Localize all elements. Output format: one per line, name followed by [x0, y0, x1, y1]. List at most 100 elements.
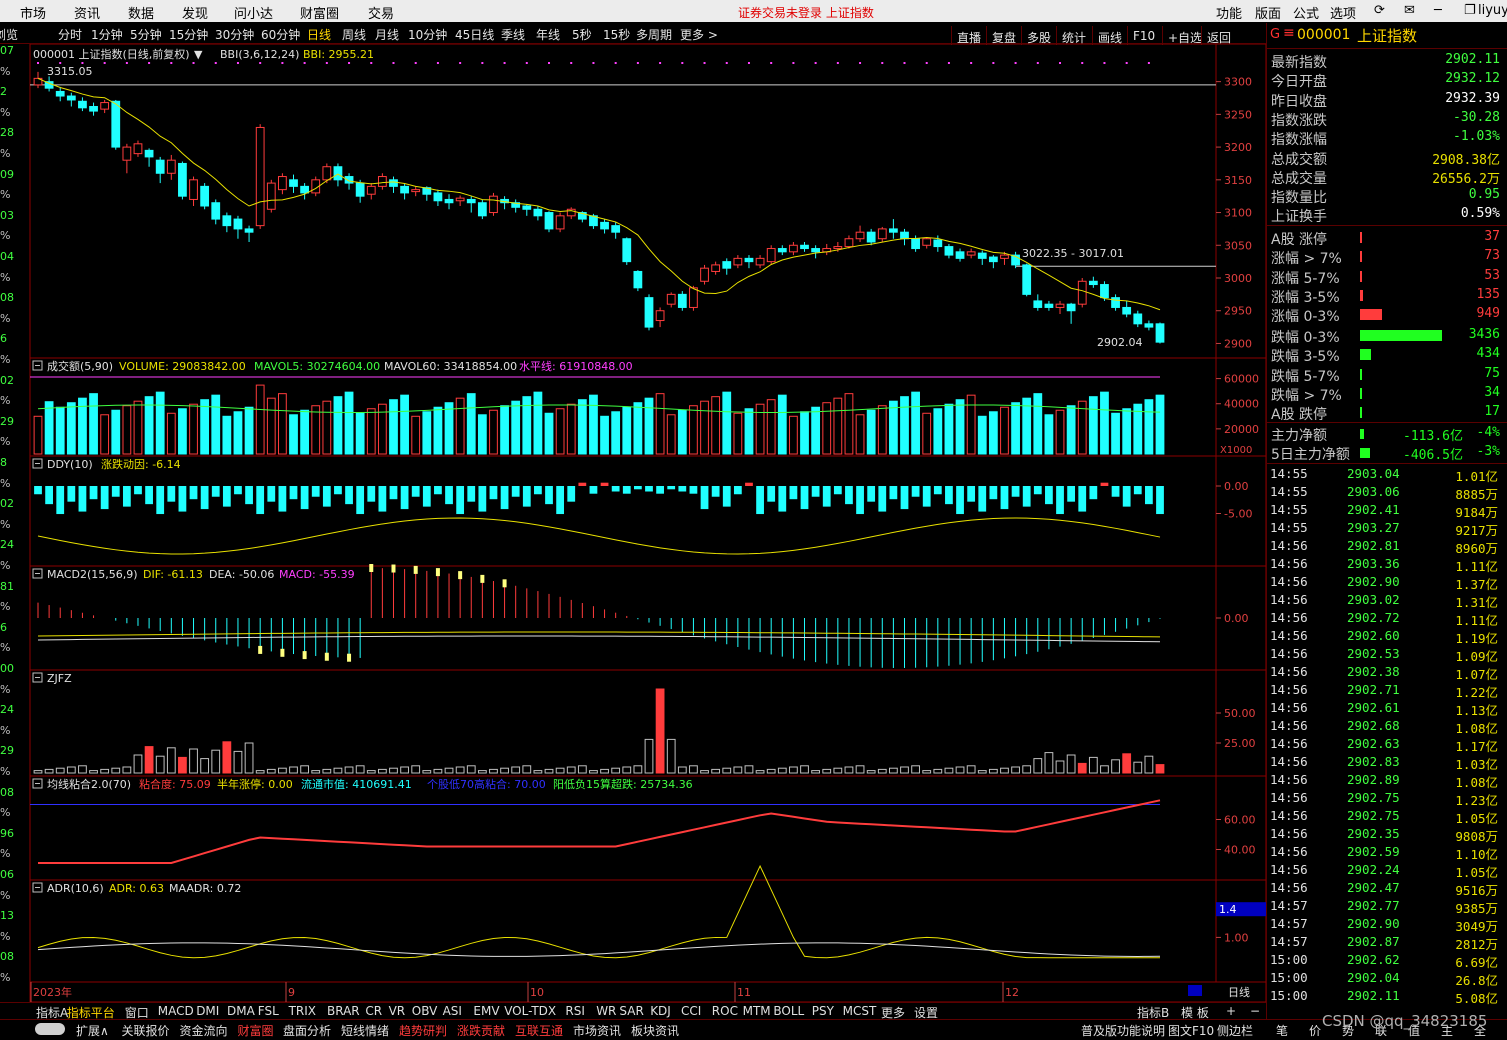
user-name[interactable]: liyuyi: [1478, 3, 1507, 18]
period-tab-2[interactable]: 5分钟: [130, 26, 162, 43]
tick-volume: 26.8亿: [1455, 973, 1498, 988]
menu-right-2[interactable]: 公式: [1293, 3, 1319, 22]
panel-collapse-icon[interactable]: [32, 568, 43, 579]
indicator-tab-5[interactable]: DMA: [227, 1004, 255, 1018]
bottom-tab-6[interactable]: 趋势研判: [399, 1022, 447, 1039]
period-tab-9[interactable]: 10分钟: [408, 26, 447, 43]
restore-icon[interactable]: ❐: [1464, 3, 1476, 18]
signal-dot: [303, 62, 306, 64]
bottom-tab-2[interactable]: 资金流向: [180, 1022, 228, 1039]
period-tab-5[interactable]: 60分钟: [261, 26, 300, 43]
indicator-tab-15[interactable]: RSI: [565, 1004, 585, 1018]
bottom-tab-10[interactable]: 板块资讯: [631, 1022, 679, 1039]
bottom-right-0[interactable]: 普及版功能说明: [1081, 1022, 1165, 1039]
panel-collapse-icon[interactable]: [32, 360, 43, 371]
menu-right-3[interactable]: 选项: [1330, 3, 1356, 22]
toggle-switch[interactable]: [35, 1023, 65, 1035]
refresh-icon[interactable]: ⟳: [1374, 3, 1385, 18]
minimize-icon[interactable]: ─: [1434, 3, 1442, 18]
float-cap: 流通市值: 410691.41: [301, 777, 412, 791]
indicator-tab-14[interactable]: VOL-TDX: [504, 1004, 556, 1018]
indicator-tab-24[interactable]: MCST: [843, 1004, 877, 1018]
indicator-tab-11[interactable]: OBV: [412, 1004, 438, 1018]
toolbar-right-4[interactable]: 画线: [1092, 26, 1127, 45]
menu-item-1[interactable]: 资讯: [74, 3, 100, 22]
indicator-tab-8[interactable]: BRAR: [327, 1004, 360, 1018]
toolbar-right-3[interactable]: 统计: [1056, 26, 1091, 45]
panel-collapse-icon[interactable]: [32, 672, 43, 683]
toolbar-right-7[interactable]: 返回: [1201, 26, 1236, 45]
period-tab-0[interactable]: 分时: [58, 26, 82, 43]
bottom-tab-1[interactable]: 关联报价: [122, 1022, 170, 1039]
panel-collapse-icon[interactable]: [32, 778, 43, 789]
quote-tab-1[interactable]: 价: [1309, 1022, 1321, 1039]
plus-icon[interactable]: +: [1226, 1004, 1236, 1018]
menu-item-3[interactable]: 发现: [182, 3, 208, 22]
toolbar-right-0[interactable]: 直播: [951, 26, 986, 45]
bottom-tab-3[interactable]: 财富圈: [238, 1022, 274, 1039]
indicator-tab-6[interactable]: FSL: [258, 1004, 279, 1018]
menu-item-5[interactable]: 财富圈: [300, 3, 339, 22]
panel-collapse-icon[interactable]: [32, 882, 43, 893]
period-tab-8[interactable]: 月线: [375, 26, 399, 43]
bottom-right-2[interactable]: 侧边栏: [1217, 1022, 1253, 1039]
candle: [755, 255, 765, 269]
period-tab-16[interactable]: 更多 >: [680, 26, 718, 43]
period-tab-1[interactable]: 1分钟: [91, 26, 123, 43]
ddy-bar: [767, 486, 776, 502]
menu-item-4[interactable]: 问小达: [234, 3, 273, 22]
menu-item-0[interactable]: 市场: [20, 3, 46, 22]
bottom-tab-9[interactable]: 市场资讯: [573, 1022, 621, 1039]
indicator-tab-12[interactable]: ASI: [443, 1004, 462, 1018]
period-tab-4[interactable]: 30分钟: [215, 26, 254, 43]
ddy-bar: [856, 486, 864, 515]
indicator-tab-16[interactable]: WR: [596, 1004, 616, 1018]
menu-right-0[interactable]: 功能: [1216, 3, 1242, 22]
scroll-thumb[interactable]: [1188, 985, 1202, 996]
period-tab-6[interactable]: 日线: [307, 26, 331, 43]
indicator-tab-9[interactable]: CR: [365, 1004, 382, 1018]
indicator-tab-22[interactable]: BOLL: [773, 1004, 804, 1018]
indicator-tab-18[interactable]: KDJ: [650, 1004, 671, 1018]
period-tab-12[interactable]: 年线: [536, 26, 560, 43]
toolbar-right-2[interactable]: 多股: [1021, 26, 1056, 45]
period-tab-13[interactable]: 5秒: [572, 26, 592, 43]
menu-item-2[interactable]: 数据: [128, 3, 154, 22]
indicator-tab-13[interactable]: EMV: [473, 1004, 499, 1018]
period-tab-14[interactable]: 15秒: [603, 26, 630, 43]
indicator-tab-3[interactable]: MACD: [158, 1004, 194, 1018]
period-tab-10[interactable]: 45日线: [455, 26, 494, 43]
dropdown-icon[interactable]: ▼: [194, 48, 203, 61]
toolbar-right-1[interactable]: 复盘: [986, 26, 1021, 45]
indicator-tab-23[interactable]: PSY: [812, 1004, 834, 1018]
bottom-tab-5[interactable]: 短线情绪: [341, 1022, 389, 1039]
menu-right-1[interactable]: 版面: [1255, 3, 1281, 22]
menu-icon[interactable]: ≡: [1283, 25, 1295, 41]
ddy-bar: [322, 486, 331, 507]
panel-collapse-icon[interactable]: [32, 458, 43, 469]
indicator-tab-20[interactable]: ROC: [712, 1004, 738, 1018]
menu-item-6[interactable]: 交易: [368, 3, 394, 22]
minus-icon[interactable]: −: [1250, 1004, 1260, 1018]
tick-time: 14:57: [1270, 934, 1308, 949]
indicator-tab-19[interactable]: CCI: [681, 1004, 701, 1018]
bottom-tab-7[interactable]: 涨跌贡献: [457, 1022, 505, 1039]
period-tab-15[interactable]: 多周期: [636, 26, 672, 43]
period-tab-11[interactable]: 季线: [501, 26, 525, 43]
bottom-right-1[interactable]: 图文F10: [1168, 1022, 1214, 1039]
quote-tab-0[interactable]: 笔: [1276, 1022, 1288, 1039]
indicator-tab-17[interactable]: SAR: [619, 1004, 643, 1018]
indicator-tab-7[interactable]: TRIX: [289, 1004, 316, 1018]
indicator-tab-21[interactable]: MTM: [743, 1004, 771, 1018]
candle: [666, 292, 676, 308]
bottom-tab-0[interactable]: 扩展∧: [76, 1022, 109, 1039]
mail-icon[interactable]: ✉: [1404, 3, 1415, 18]
bottom-tab-4[interactable]: 盘面分析: [283, 1022, 331, 1039]
indicator-tab-4[interactable]: DMI: [196, 1004, 219, 1018]
period-tab-7[interactable]: 周线: [342, 26, 366, 43]
bottom-tab-8[interactable]: 互联互通: [515, 1022, 563, 1039]
kline-chart-area[interactable]: 000001 上证指数(日线,前复权) ▼ BBI(3,6,12,24) BBI: 2…: [0, 44, 1266, 1002]
toolbar-right-5[interactable]: F10: [1127, 26, 1160, 45]
indicator-tab-10[interactable]: VR: [389, 1004, 406, 1018]
period-tab-3[interactable]: 15分钟: [169, 26, 208, 43]
